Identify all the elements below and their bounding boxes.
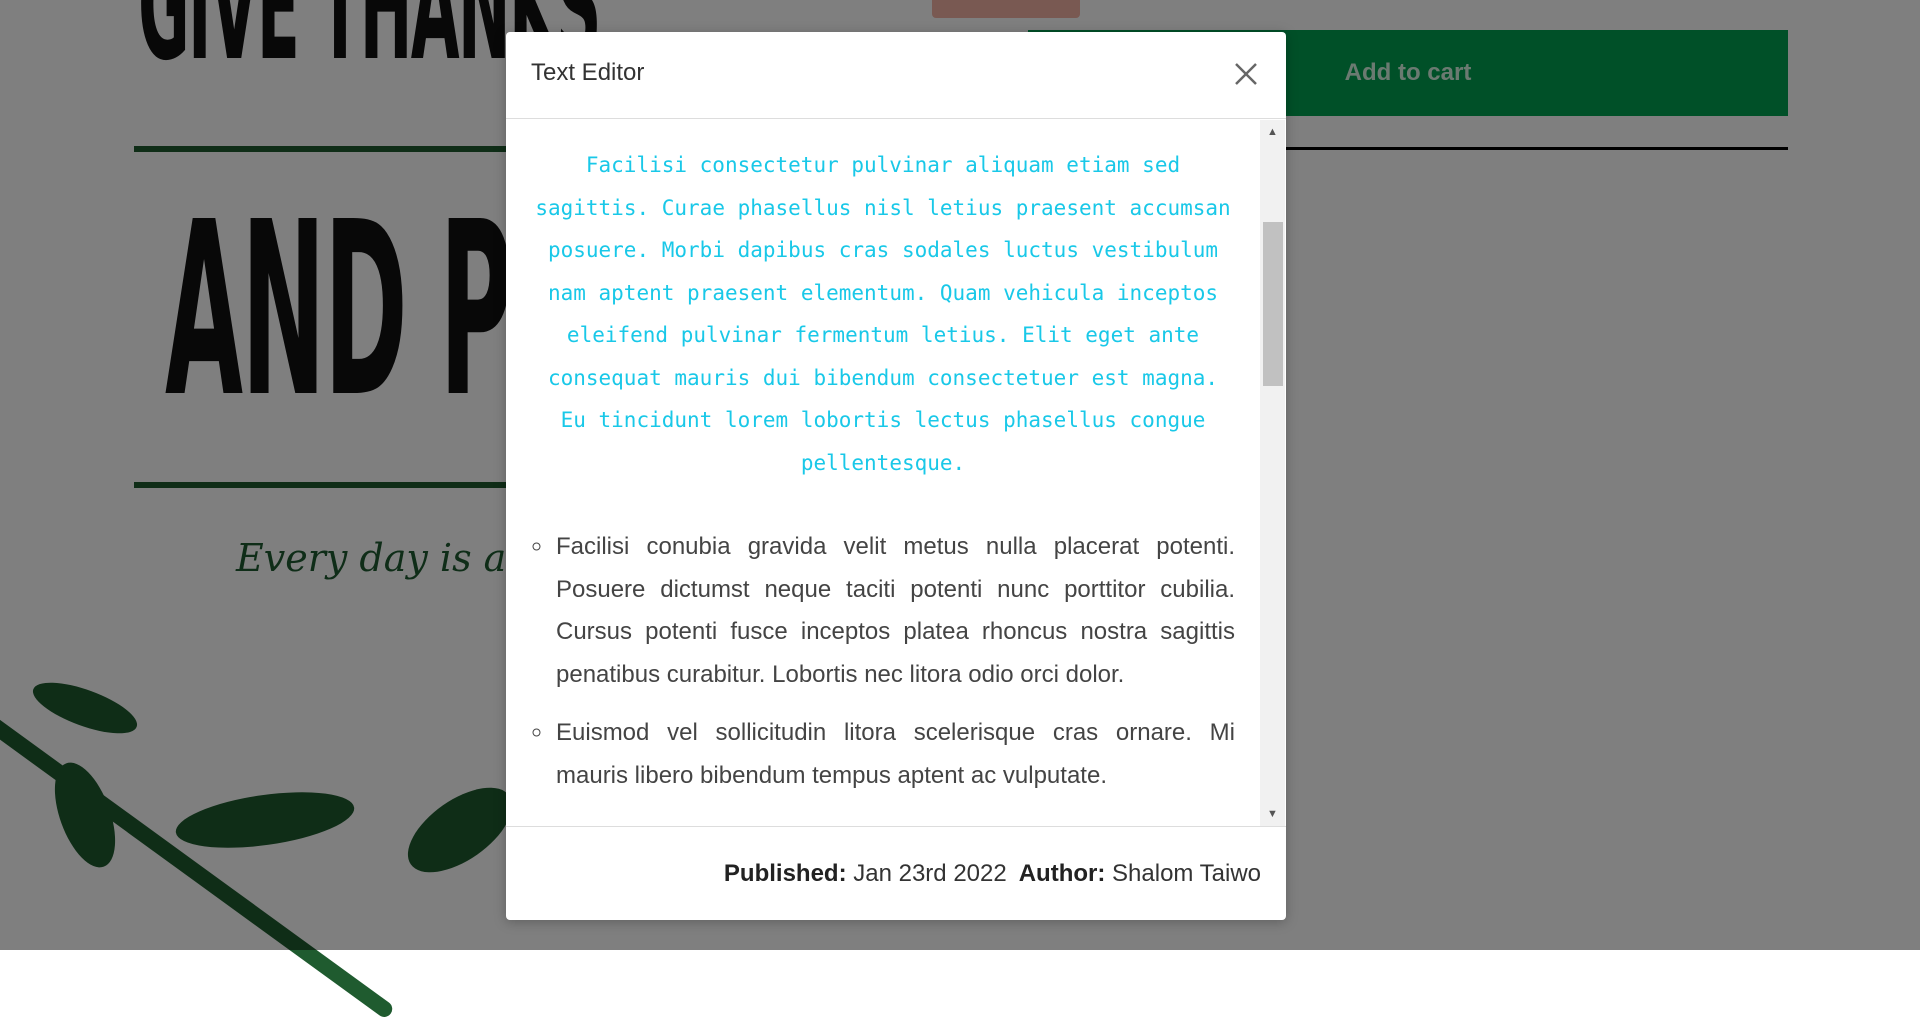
author-name: Shalom Taiwo [1112, 859, 1261, 887]
scroll-up-arrow-icon[interactable]: ▲ [1260, 122, 1285, 142]
text-editor-modal: Text Editor Facilisi consectetur pulvina… [506, 32, 1286, 920]
modal-title: Text Editor [531, 59, 645, 86]
author-label: Author: [1018, 859, 1113, 887]
published-label: Published: [723, 859, 854, 887]
close-icon [1235, 63, 1257, 85]
bullet-list: Facilisi conubia gravida velit metus nul… [531, 526, 1235, 797]
editor-content[interactable]: Facilisi consectetur pulvinar aliquam et… [531, 120, 1235, 826]
list-item: Facilisi conubia gravida velit metus nul… [554, 526, 1235, 696]
mono-paragraph: Facilisi consectetur pulvinar aliquam et… [535, 153, 1231, 475]
author-meta: Author: Shalom Taiwo [1019, 860, 1261, 888]
published-meta: Published: Jan 23rd 2022 [724, 860, 1007, 888]
modal-body: Facilisi consectetur pulvinar aliquam et… [506, 120, 1286, 826]
vertical-scrollbar[interactable]: ▲ ▼ [1260, 120, 1285, 826]
list-item: Euismod vel sollicitudin litora sceleris… [554, 712, 1235, 797]
modal-footer: Published: Jan 23rd 2022 Author: Shalom … [506, 826, 1286, 920]
modal-header: Text Editor [506, 32, 1286, 119]
close-button[interactable] [1224, 52, 1268, 96]
scrollbar-thumb[interactable] [1263, 222, 1283, 386]
published-date: Jan 23rd 2022 [853, 859, 1007, 887]
scroll-down-arrow-icon[interactable]: ▼ [1260, 804, 1285, 824]
